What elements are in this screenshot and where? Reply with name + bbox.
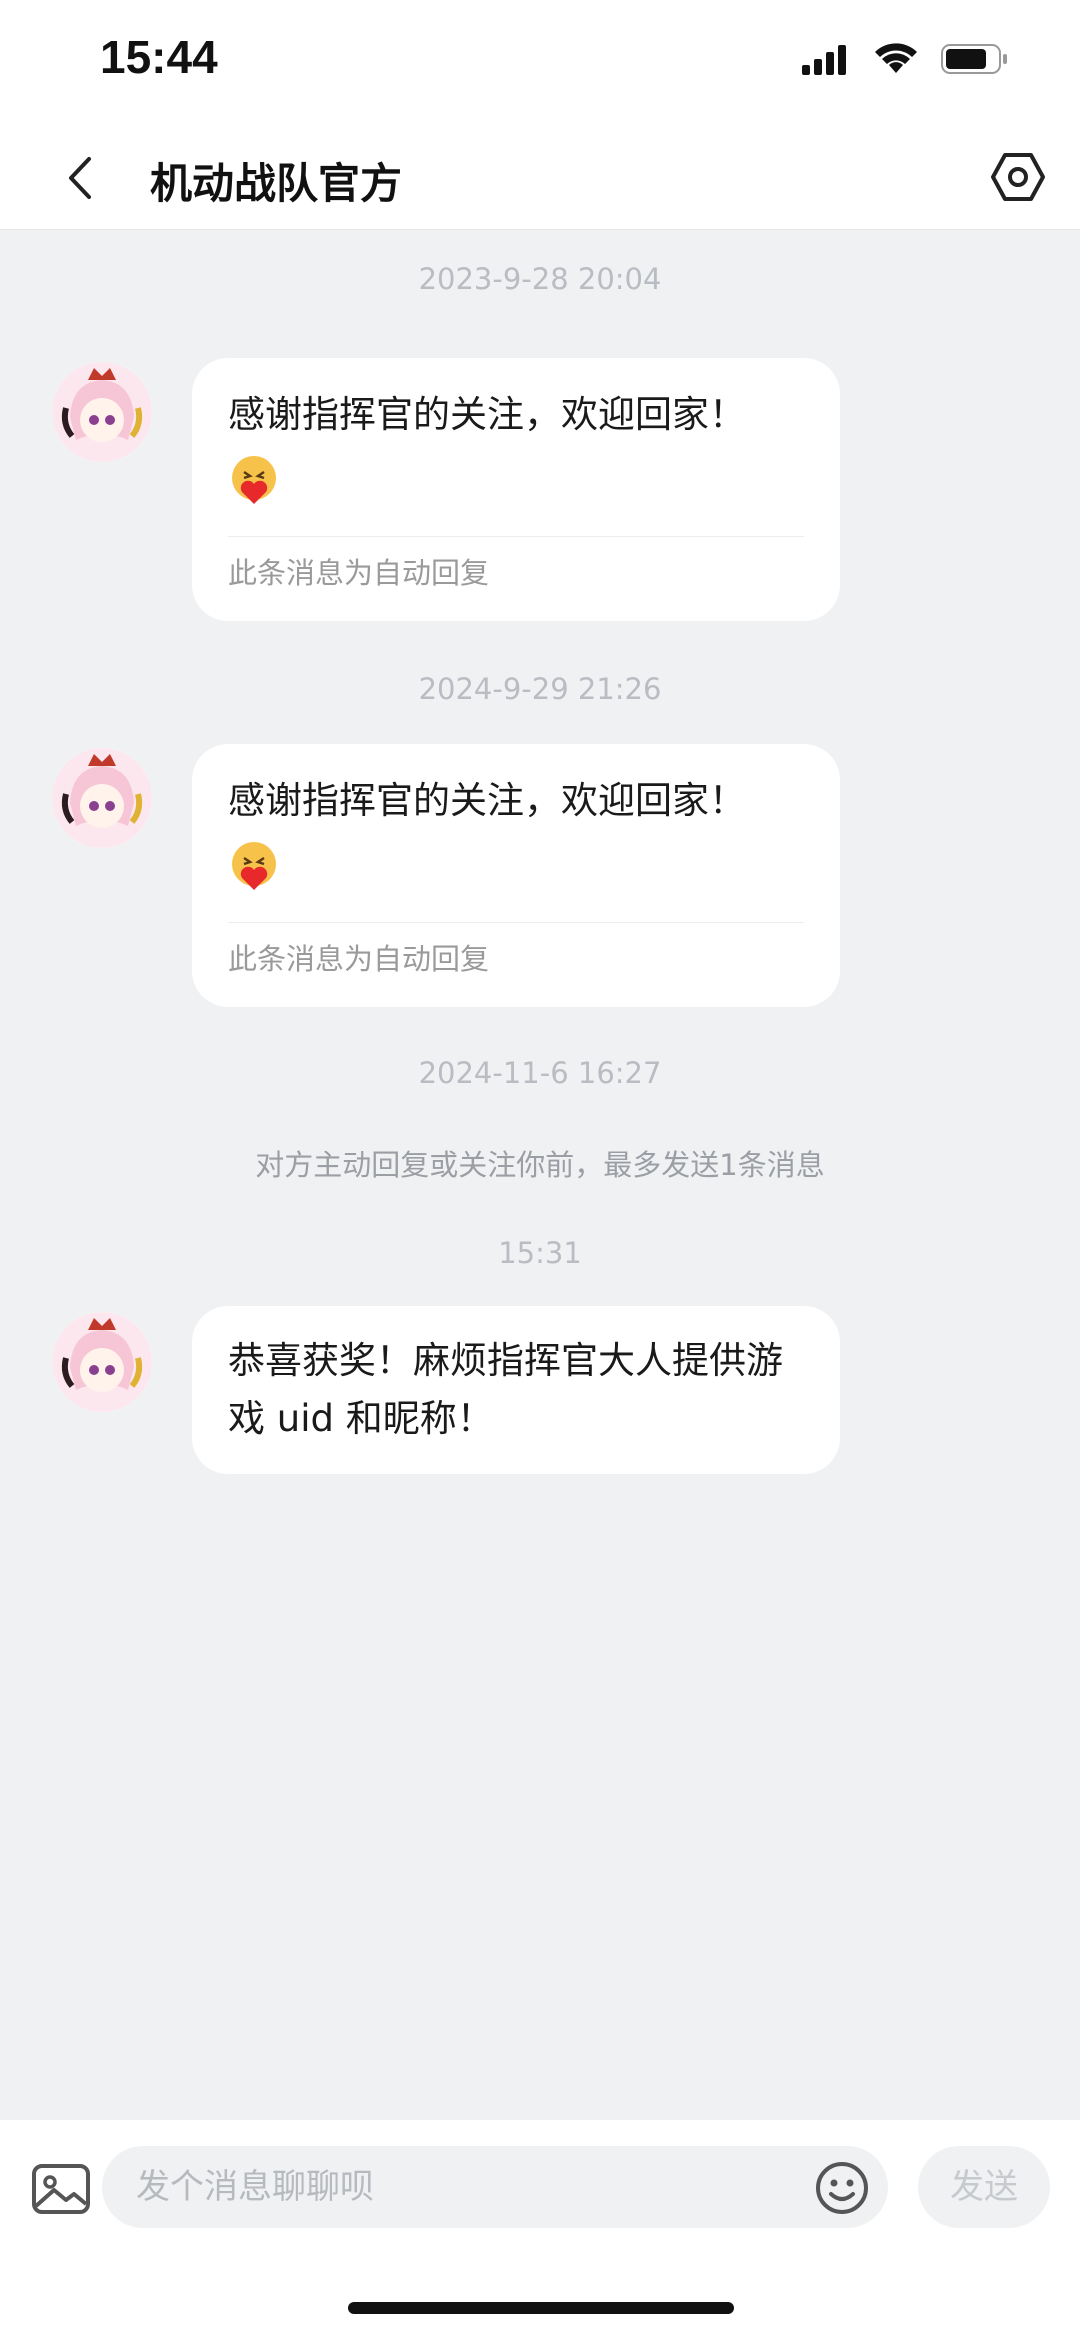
send-button[interactable]: 发送	[918, 2146, 1050, 2228]
anime-avatar-icon	[52, 362, 152, 462]
bubble-divider	[228, 536, 804, 537]
settings-button[interactable]	[986, 145, 1050, 209]
hug-heart-emoji-icon	[232, 842, 276, 890]
avatar[interactable]	[52, 748, 152, 848]
chat-area[interactable]: 2023-9-28 20:04 感谢指挥官的关注，欢迎回家！ 此条消息为自动回复…	[0, 230, 1080, 2120]
send-limit-notice: 对方主动回复或关注你前，最多发送1条消息	[255, 1148, 825, 1182]
hug-heart-emoji-icon	[232, 456, 276, 504]
wifi-icon	[875, 43, 917, 73]
message-timestamp: 2024-11-6 16:27	[418, 1056, 662, 1090]
nav-bar: 机动战队官方	[0, 120, 1080, 230]
auto-reply-note: 此条消息为自动回复	[228, 942, 490, 976]
message-timestamp: 2023-9-28 20:04	[418, 262, 662, 296]
image-icon[interactable]	[30, 2158, 92, 2220]
cellular-signal-icon	[802, 45, 846, 75]
anime-avatar-icon	[52, 1312, 152, 1412]
message-text: 恭喜获奖！麻烦指挥官大人提供游戏 uid 和昵称！	[228, 1339, 783, 1440]
bubble-divider	[228, 922, 804, 923]
avatar[interactable]	[52, 362, 152, 462]
home-indicator[interactable]	[348, 2302, 734, 2314]
message-bubble[interactable]: 恭喜获奖！麻烦指挥官大人提供游戏 uid 和昵称！	[192, 1306, 840, 1474]
back-button[interactable]	[50, 148, 110, 208]
status-icons	[802, 42, 1010, 76]
status-bar: 15:44	[0, 0, 1080, 120]
message-timestamp: 15:31	[498, 1236, 582, 1270]
anime-avatar-icon	[52, 748, 152, 848]
message-bubble[interactable]: 感谢指挥官的关注，欢迎回家！ 此条消息为自动回复	[192, 744, 840, 1007]
avatar[interactable]	[52, 1312, 152, 1412]
battery-icon	[941, 44, 1007, 74]
message-text: 感谢指挥官的关注，欢迎回家！	[228, 779, 746, 822]
auto-reply-note: 此条消息为自动回复	[228, 556, 490, 590]
hexagon-gear-icon	[991, 153, 1045, 201]
message-input[interactable]: 发个消息聊聊呗	[102, 2146, 888, 2228]
chevron-left-icon	[69, 157, 91, 199]
message-timestamp: 2024-9-29 21:26	[418, 672, 662, 706]
smiley-icon[interactable]	[814, 2160, 870, 2216]
status-time: 15:44	[100, 31, 218, 83]
chat-title: 机动战队官方	[150, 159, 403, 208]
message-text: 感谢指挥官的关注，欢迎回家！	[228, 393, 746, 436]
message-bubble[interactable]: 感谢指挥官的关注，欢迎回家！ 此条消息为自动回复	[192, 358, 840, 621]
